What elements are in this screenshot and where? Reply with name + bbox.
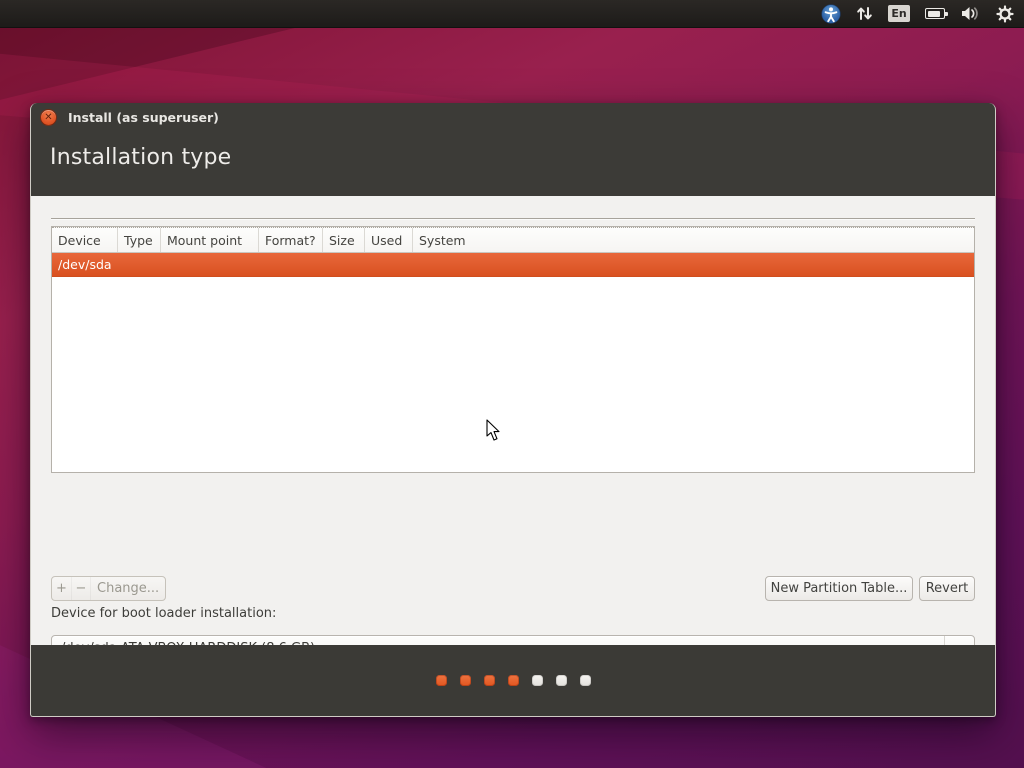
window-footer <box>30 645 996 717</box>
column-header-size[interactable]: Size <box>323 228 365 252</box>
table-header-row: Device Type Mount point Format? Size Use… <box>52 227 974 253</box>
table-empty-area <box>52 277 974 472</box>
progress-dot <box>436 675 447 686</box>
titlebar[interactable]: ✕ Install (as superuser) <box>30 103 996 131</box>
progress-dot <box>460 675 471 686</box>
bootloader-label: Device for boot loader installation: <box>51 604 276 624</box>
close-button[interactable]: ✕ <box>40 109 57 126</box>
progress-dot <box>508 675 519 686</box>
partition-toolbar: + − Change... New Partition Table... Rev… <box>51 576 975 601</box>
window-title: Install (as superuser) <box>68 110 219 125</box>
battery-icon[interactable] <box>925 0 945 28</box>
column-header-device[interactable]: Device <box>52 228 118 252</box>
content-area: Device Type Mount point Format? Size Use… <box>30 196 996 645</box>
top-panel: En <box>0 0 1024 28</box>
partition-table[interactable]: Device Type Mount point Format? Size Use… <box>51 226 975 473</box>
column-header-mount-point[interactable]: Mount point <box>161 228 259 252</box>
progress-dot <box>580 675 591 686</box>
progress-dot <box>532 675 543 686</box>
window-header: ✕ Install (as superuser) Installation ty… <box>30 103 996 196</box>
separator-line <box>51 218 975 219</box>
volume-icon[interactable] <box>960 0 981 28</box>
keyboard-indicator-icon[interactable] <box>856 0 873 28</box>
add-partition-button[interactable]: + <box>52 577 71 600</box>
progress-dot <box>484 675 495 686</box>
revert-button[interactable]: Revert <box>919 576 975 601</box>
progress-dots <box>436 675 591 686</box>
new-partition-table-button[interactable]: New Partition Table... <box>765 576 913 601</box>
progress-dot <box>556 675 567 686</box>
language-indicator[interactable]: En <box>888 5 910 22</box>
table-row-selected[interactable]: /dev/sda <box>52 253 974 277</box>
column-header-system[interactable]: System <box>413 228 974 252</box>
partition-edit-group: + − Change... <box>51 576 166 601</box>
change-partition-button[interactable]: Change... <box>90 577 165 600</box>
remove-partition-button[interactable]: − <box>71 577 90 600</box>
column-header-type[interactable]: Type <box>118 228 161 252</box>
accessibility-icon[interactable] <box>821 0 841 28</box>
column-header-used[interactable]: Used <box>365 228 413 252</box>
page-title: Installation type <box>50 145 231 170</box>
session-gear-icon[interactable] <box>996 0 1014 28</box>
column-header-format[interactable]: Format? <box>259 228 323 252</box>
installer-window: ✕ Install (as superuser) Installation ty… <box>30 103 996 717</box>
